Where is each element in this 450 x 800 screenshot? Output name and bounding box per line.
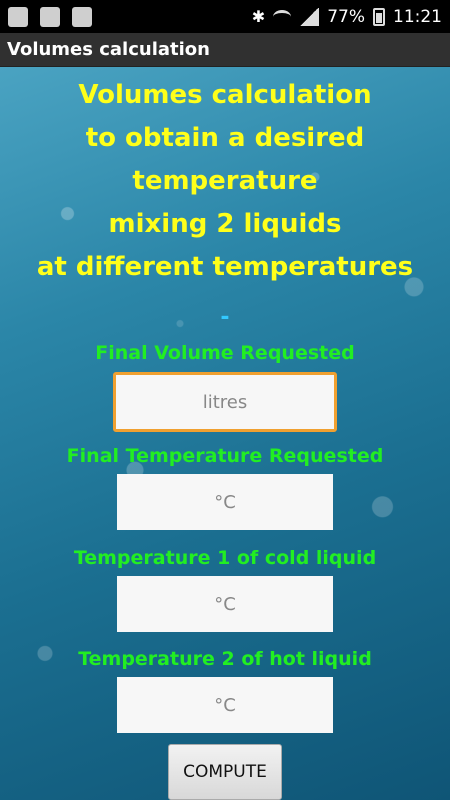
cold-temperature-label: Temperature 1 of cold liquid <box>73 547 377 569</box>
final-volume-input[interactable]: litres <box>113 372 337 432</box>
separator: - <box>220 305 230 330</box>
final-temperature-input[interactable]: °C <box>117 474 333 530</box>
wifi-icon <box>273 9 292 24</box>
hot-temperature-input[interactable]: °C <box>117 677 333 733</box>
battery-percent: 77% <box>327 6 365 27</box>
hot-temperature-label: Temperature 2 of hot liquid <box>78 648 372 670</box>
final-volume-label: Final Volume Requested <box>95 342 355 364</box>
status-bar: ✱ 77% 11:21 <box>0 0 450 33</box>
system-icons: ✱ 77% 11:21 <box>252 7 442 27</box>
signal-icon <box>299 7 320 26</box>
clock: 11:21 <box>393 6 442 27</box>
heading-line-3: temperature <box>132 166 318 196</box>
image-notification-icon <box>8 6 28 27</box>
page-heading: Volumes calculation to obtain a desired … <box>0 74 450 289</box>
heading-line-2: to obtain a desired <box>85 123 365 153</box>
final-temperature-label: Final Temperature Requested <box>66 445 384 467</box>
bluetooth-icon: ✱ <box>251 7 266 26</box>
cold-temperature-input[interactable]: °C <box>117 576 333 632</box>
battery-icon <box>373 7 385 26</box>
action-bar: Volumes calculation <box>0 33 450 67</box>
heading-line-5: at different temperatures <box>36 252 414 282</box>
clipboard-notification-icon <box>72 6 92 27</box>
compute-button[interactable]: COMPUTE <box>168 744 282 800</box>
heading-line-4: mixing 2 liquids <box>108 209 342 239</box>
heading-line-1: Volumes calculation <box>78 80 372 110</box>
app-title: Volumes calculation <box>7 39 210 60</box>
notification-icons <box>8 6 92 27</box>
main-content: Volumes calculation to obtain a desired … <box>0 67 450 800</box>
download-notification-icon <box>40 6 60 27</box>
